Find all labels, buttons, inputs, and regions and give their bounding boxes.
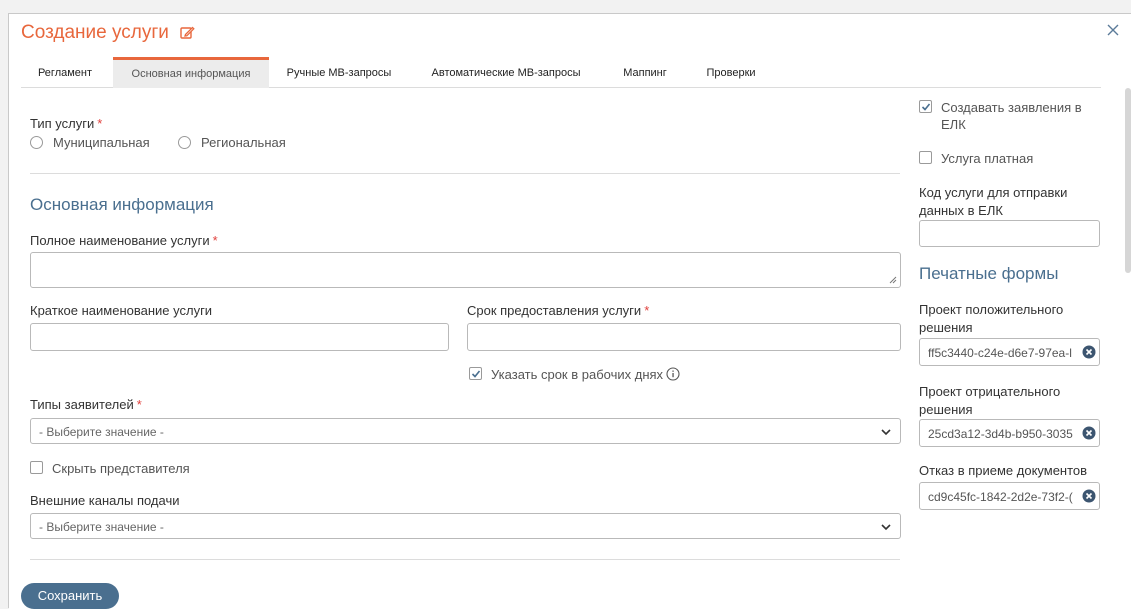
tab-manual-mv-requests[interactable]: Ручные МВ-запросы — [283, 57, 395, 88]
elk-code-input[interactable] — [919, 220, 1100, 247]
paid-service-checkbox[interactable]: Услуга платная — [919, 150, 1033, 167]
refusal-field[interactable]: cd9c45fc-1842-2d2e-73f2-( — [919, 482, 1100, 510]
positive-decision-label: Проект положительного решения — [919, 302, 1064, 335]
save-button[interactable]: Сохранить — [21, 583, 119, 609]
clear-icon[interactable] — [1082, 426, 1096, 440]
tab-main-info[interactable]: Основная информация — [113, 57, 269, 88]
applicant-types-label: Типы заявителей * — [30, 397, 142, 412]
close-icon[interactable] — [1103, 20, 1123, 40]
clear-icon[interactable] — [1082, 345, 1096, 359]
tab-checks[interactable]: Проверки — [701, 57, 761, 88]
short-name-input[interactable] — [30, 323, 449, 351]
tab-reglament[interactable]: Регламент — [21, 57, 109, 88]
modal-header: Создание услуги — [21, 21, 195, 45]
radio-circle — [178, 136, 191, 149]
radio-regional[interactable]: Региональная — [178, 135, 286, 150]
main-info-section-title: Основная информация — [30, 195, 214, 214]
term-input[interactable] — [467, 323, 901, 351]
checkbox-box — [469, 367, 482, 380]
print-forms-title: Печатные формы — [919, 264, 1059, 283]
negative-decision-field[interactable]: 25cd3a12-3d4b-b950-3035 — [919, 419, 1100, 447]
create-elk-checkbox[interactable]: Создавать заявления в ЕЛК — [919, 99, 1104, 133]
create-service-modal: Создание услуги Регламент Основная инфор… — [8, 13, 1131, 609]
clear-icon[interactable] — [1082, 489, 1096, 503]
chevron-down-icon — [881, 429, 891, 436]
full-name-label: Полное наименование услуги * — [30, 233, 218, 248]
radio-circle — [30, 136, 43, 149]
channels-select[interactable]: - Выберите значение - — [30, 513, 901, 539]
working-days-checkbox[interactable]: Указать срок в рабочих днях — [469, 366, 680, 383]
check-icon — [471, 370, 481, 378]
full-name-textarea[interactable] — [30, 252, 901, 288]
tab-mapping[interactable]: Маппинг — [617, 57, 673, 88]
divider — [30, 559, 900, 560]
modal-title: Создание услуги — [21, 22, 169, 43]
modal-footer: Сохранить — [9, 571, 1131, 609]
radio-municipal[interactable]: Муниципальная — [30, 135, 150, 150]
hide-representative-checkbox[interactable]: Скрыть представителя — [30, 460, 190, 477]
checkbox-box — [30, 461, 43, 474]
refusal-label: Отказ в приеме документов — [919, 463, 1088, 478]
tab-bar: Регламент Основная информация Ручные МВ-… — [21, 57, 1101, 88]
scrollbar[interactable] — [1125, 88, 1131, 273]
negative-decision-label: Проект отрицательного решения — [919, 384, 1061, 417]
checkbox-box — [919, 100, 932, 113]
info-icon[interactable] — [666, 367, 680, 381]
resize-grip-icon[interactable] — [889, 276, 897, 284]
applicant-types-select[interactable]: - Выберите значение - — [30, 418, 901, 444]
edit-icon[interactable] — [179, 25, 195, 41]
elk-code-label: Код услуги для отправки данных в ЕЛК — [919, 185, 1068, 218]
short-name-label: Краткое наименование услуги — [30, 303, 213, 318]
checkbox-box — [919, 151, 932, 164]
divider — [30, 173, 900, 174]
channels-label: Внешние каналы подачи — [30, 493, 180, 508]
chevron-down-icon — [881, 524, 891, 531]
term-label: Срок предоставления услуги * — [467, 303, 650, 318]
service-type-label: Тип услуги * — [30, 116, 103, 131]
check-icon — [921, 103, 931, 111]
positive-decision-field[interactable]: ff5c3440-c24e-d6e7-97ea-l — [919, 338, 1100, 366]
tab-auto-mv-requests[interactable]: Автоматические МВ-запросы — [427, 57, 585, 88]
